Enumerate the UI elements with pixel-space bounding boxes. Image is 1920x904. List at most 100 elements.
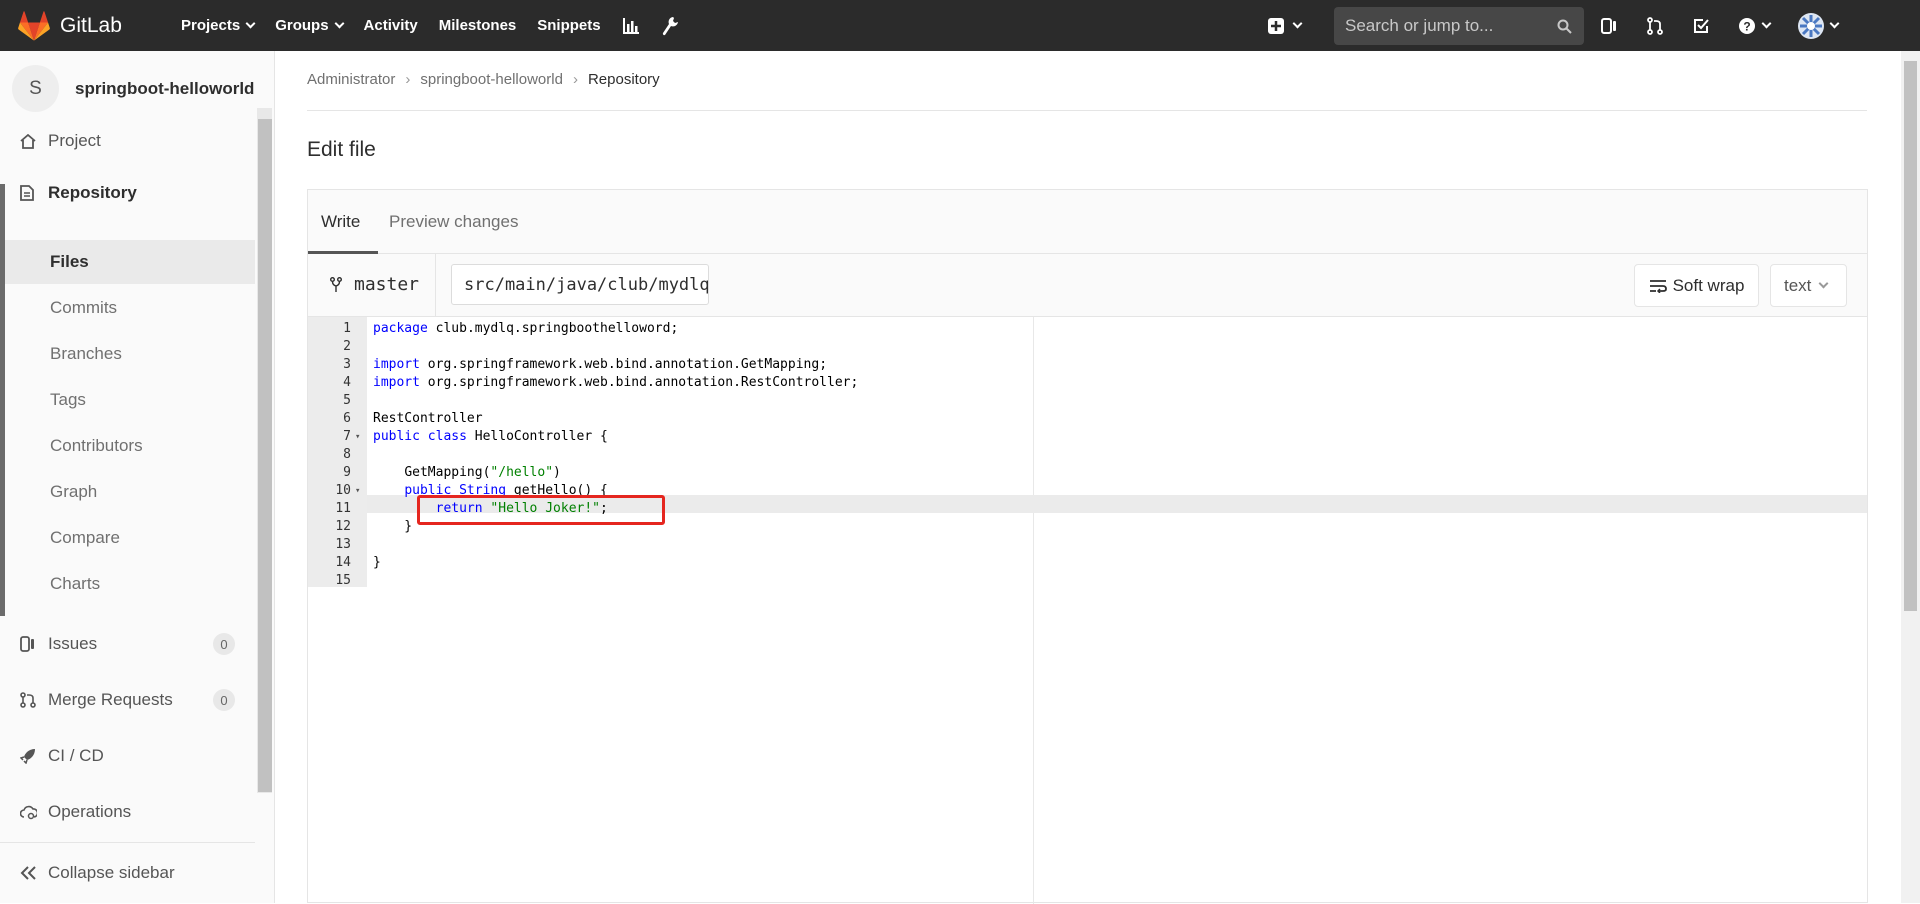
breadcrumb-administrator[interactable]: Administrator [307, 71, 395, 88]
code-editor-area[interactable]: 1 package club.mydlq.springboothelloword;… [308, 317, 1867, 904]
fold-toggle-icon[interactable]: ▾ [355, 482, 360, 500]
branch-icon [330, 276, 342, 292]
page-title: Edit file [307, 138, 376, 161]
file-title-bar: master src/main/java/club/mydlq/springbo… [308, 254, 1867, 317]
sidebar-subitem-charts[interactable]: Charts [50, 574, 100, 594]
soft-wrap-icon [1649, 279, 1667, 293]
sidebar-item-operations[interactable]: Operations [0, 790, 255, 834]
code-line[interactable]: 7 ▾ public class HelloController { [308, 428, 1867, 446]
breadcrumb-repository[interactable]: Repository [588, 71, 660, 88]
nav-snippets[interactable]: Snippets [537, 17, 600, 34]
code-line[interactable]: 4 import org.springframework.web.bind.ann… [308, 374, 1867, 392]
line-number: 12 [335, 519, 351, 534]
admin-wrench-icon[interactable] [661, 16, 679, 36]
help-icon: ? [1739, 17, 1755, 34]
code-line[interactable]: 15 [308, 572, 1867, 590]
editor-tabs: Write Preview changes [308, 190, 1867, 254]
search-placeholder: Search or jump to... [1345, 16, 1494, 35]
nav-projects[interactable]: Projects [181, 17, 256, 34]
sidebar-item-merge-requests-label: Merge Requests [48, 690, 173, 709]
sidebar-subitem-branches[interactable]: Branches [50, 344, 122, 364]
code-line[interactable]: 5 [308, 392, 1867, 410]
code-line[interactable]: 13 [308, 536, 1867, 554]
code-line[interactable]: 2 [308, 338, 1867, 356]
line-number: 15 [335, 573, 351, 588]
cloud-gear-icon [20, 805, 38, 820]
search-input[interactable]: Search or jump to... [1334, 7, 1584, 45]
line-number: 8 [343, 447, 351, 462]
document-icon [20, 185, 38, 201]
soft-wrap-button[interactable]: Soft wrap [1634, 264, 1759, 307]
gitlab-logo-icon [18, 10, 50, 41]
code-text: public class HelloController { [373, 429, 608, 444]
line-number: 3 [343, 357, 351, 372]
sidebar-subitem-graph[interactable]: Graph [50, 482, 97, 502]
code-line[interactable]: 3 import org.springframework.web.bind.ann… [308, 356, 1867, 374]
chevron-right-icon: › [405, 71, 411, 88]
sidebar-subitem-active-bg [5, 240, 255, 284]
sidebar-subitem-commits[interactable]: Commits [50, 298, 117, 318]
soft-wrap-label: Soft wrap [1672, 275, 1745, 295]
line-number: 6 [343, 411, 351, 426]
user-avatar-dropdown[interactable] [1798, 12, 1840, 39]
breadcrumb: Administrator › springboot-helloworld › … [307, 71, 660, 88]
code-line[interactable]: 8 [308, 446, 1867, 464]
file-path-input[interactable]: src/main/java/club/mydlq/springboothello… [451, 264, 709, 305]
nav-right-icons: ? [1600, 0, 1866, 51]
collapse-sidebar-label: Collapse sidebar [48, 863, 175, 882]
code-line[interactable]: 14} [308, 554, 1867, 572]
code-line[interactable]: 6 RestController [308, 410, 1867, 428]
nav-projects-label: Projects [181, 17, 241, 34]
line-number: 4 [343, 375, 351, 390]
home-icon [20, 133, 38, 149]
nav-activity[interactable]: Activity [364, 17, 418, 34]
search-icon [1557, 19, 1572, 34]
code-text: package club.mydlq.springboothelloword; [373, 321, 679, 336]
help-dropdown[interactable]: ? [1738, 17, 1772, 35]
chevron-right-icon: › [572, 71, 578, 88]
code-text: import org.springframework.web.bind.anno… [373, 375, 859, 390]
line-number: 2 [343, 339, 351, 354]
project-name: springboot-helloworld [75, 78, 255, 98]
chevron-down-icon [334, 18, 344, 29]
nav-milestones[interactable]: Milestones [439, 17, 517, 34]
rocket-icon [20, 748, 38, 764]
sidebar-item-repository[interactable]: Repository [5, 171, 255, 215]
line-number: 9 [343, 465, 351, 480]
line-number: 14 [335, 555, 351, 570]
issues-count-badge: 0 [213, 633, 235, 655]
breadcrumb-project[interactable]: springboot-helloworld [420, 71, 563, 88]
language-select-value: text [1784, 275, 1812, 295]
window-scrollbar-thumb[interactable] [1904, 61, 1917, 611]
highlight-annotation-box [417, 495, 665, 525]
code-line[interactable]: 9 GetMapping("/hello") [308, 464, 1867, 482]
issues-nav-icon[interactable] [1600, 17, 1618, 35]
code-line[interactable]: 1 package club.mydlq.springboothelloword; [308, 320, 1867, 338]
sidebar-item-ci-cd[interactable]: CI / CD [0, 734, 255, 778]
fold-toggle-icon[interactable]: ▾ [355, 428, 360, 446]
todos-nav-icon[interactable] [1692, 17, 1710, 35]
chevron-down-icon [1292, 18, 1303, 29]
sidebar-scrollbar-thumb[interactable] [258, 119, 272, 792]
nav-groups[interactable]: Groups [275, 17, 344, 34]
tab-write[interactable]: Write [321, 212, 360, 232]
language-select[interactable]: text [1770, 264, 1847, 307]
sidebar-project-header[interactable]: S springboot-helloworld [12, 65, 254, 112]
sidebar-subitem-tags[interactable]: Tags [50, 390, 86, 410]
sidebar-item-operations-label: Operations [48, 802, 132, 821]
admin-chart-icon[interactable] [622, 17, 640, 35]
sidebar-subitem-files[interactable]: Files [50, 252, 89, 272]
gitlab-home-link[interactable]: GitLab [18, 10, 158, 41]
branch-separator [435, 254, 436, 317]
sidebar-item-project[interactable]: Project [0, 119, 255, 163]
line-number: 10 [335, 483, 351, 498]
collapse-sidebar-button[interactable]: Collapse sidebar [0, 842, 255, 903]
nav-new-dropdown[interactable] [1268, 0, 1303, 51]
line-number: 1 [343, 321, 351, 336]
sidebar-item-project-label: Project [48, 131, 101, 150]
sidebar-subitem-contributors[interactable]: Contributors [50, 436, 143, 456]
tab-preview-changes[interactable]: Preview changes [389, 212, 518, 232]
sidebar-item-ci-cd-label: CI / CD [48, 746, 104, 765]
merge-requests-nav-icon[interactable] [1646, 16, 1664, 35]
sidebar-subitem-compare[interactable]: Compare [50, 528, 120, 548]
